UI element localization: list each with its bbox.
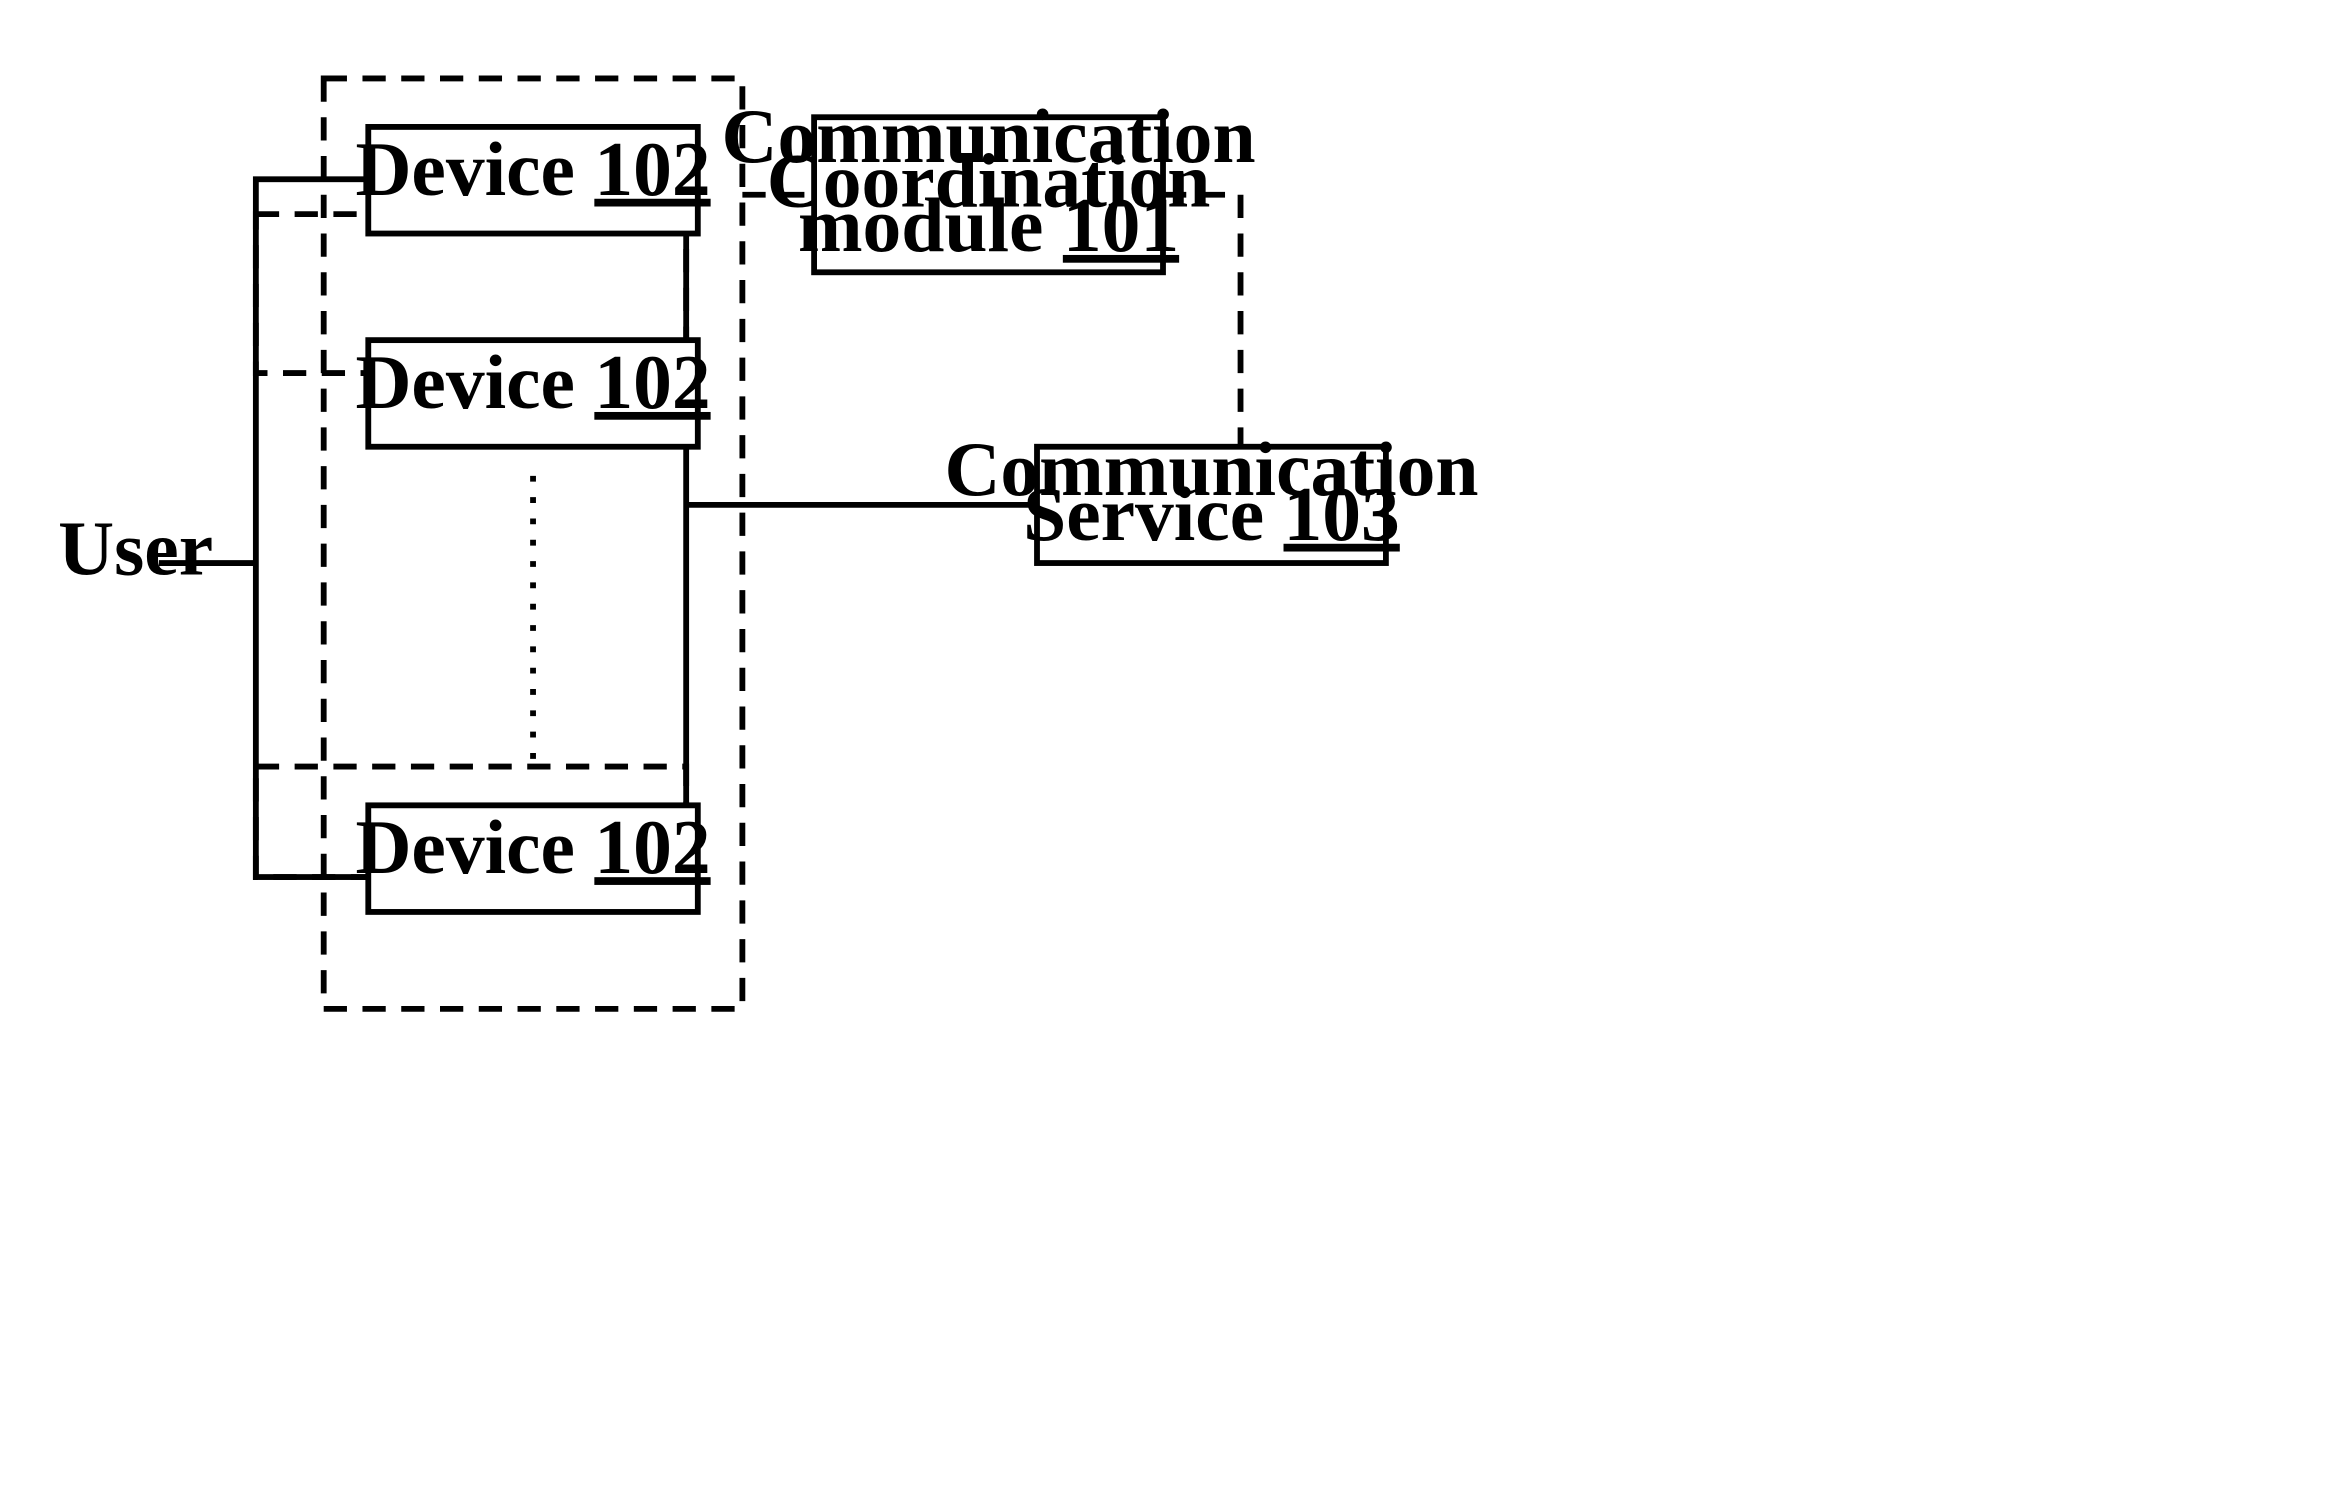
device-2-name: Device [355,339,574,425]
svg-text:module 101: module 101 [798,182,1179,268]
svg-text:Device 102: Device 102 [355,804,710,890]
service-line2b: 103 [1284,471,1400,557]
device-1-ref: 102 [594,126,710,212]
device-box-1: Device 102 [355,126,710,234]
coord-module-box: Communication Coordination module 101 [722,93,1256,272]
svg-text:Device 102: Device 102 [355,339,710,425]
svg-text:Service 103: Service 103 [1023,471,1400,557]
service-line2a: Service [1023,471,1264,557]
coord-line3a: module [798,182,1044,268]
device-3-name: Device [355,804,574,890]
device-3-ref: 102 [594,804,710,890]
coord-line3b: 101 [1063,182,1179,268]
device-box-2: Device 102 [355,339,710,447]
diagram-canvas: Device 102 Device 102 Device 102 User Co… [0,0,2326,1506]
device-1-name: Device [355,126,574,212]
user-label: User [58,506,213,592]
device-2-ref: 102 [594,339,710,425]
comm-service-box: Communication Service 103 [944,426,1478,563]
svg-text:Device 102: Device 102 [355,126,710,212]
device-box-3: Device 102 [355,804,710,912]
user-side-box [256,179,686,877]
